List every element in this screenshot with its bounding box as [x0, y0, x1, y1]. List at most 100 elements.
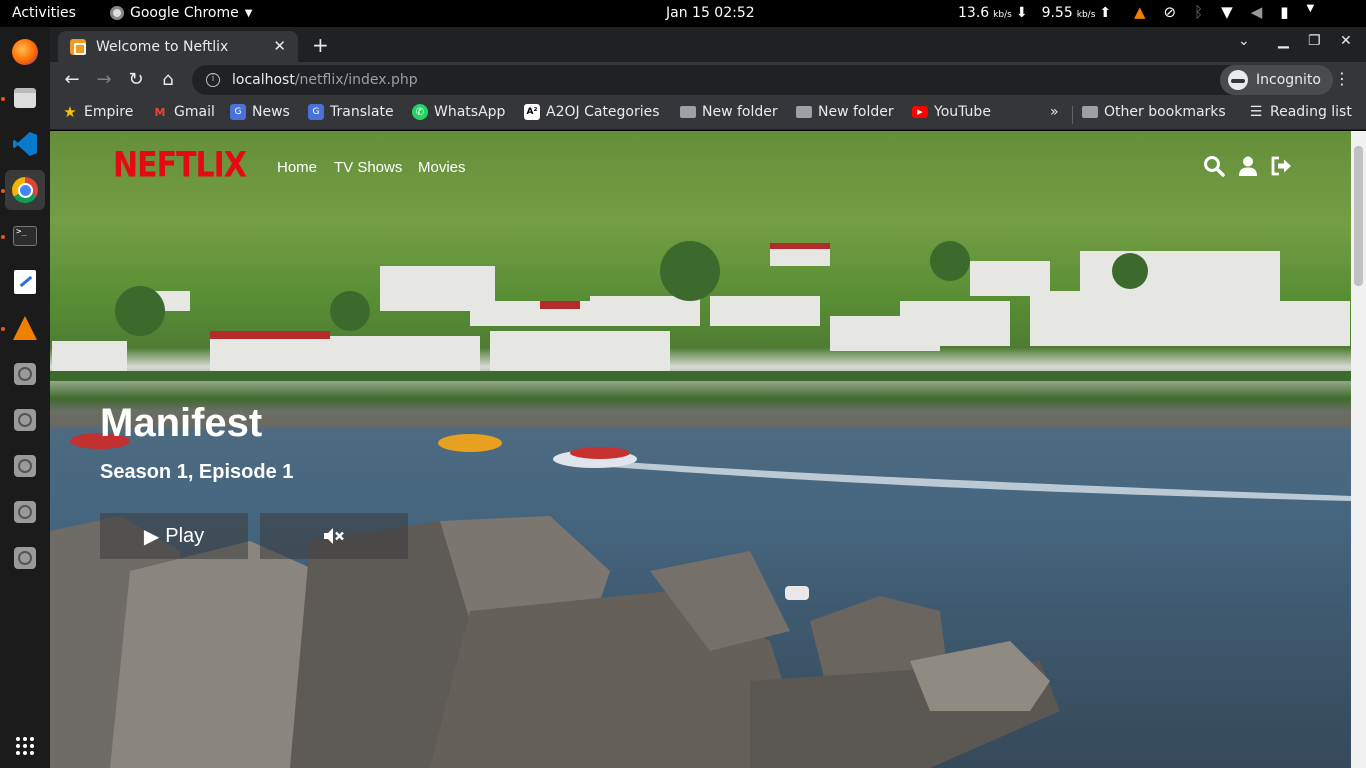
gmail-icon: M: [154, 105, 166, 119]
terminal-icon: >_: [13, 226, 37, 246]
play-button[interactable]: ▶ Play: [100, 513, 248, 559]
home-button[interactable]: ⌂: [156, 69, 180, 90]
app-menu-label: Google Chrome: [130, 5, 239, 21]
bookmark-label: News: [252, 104, 290, 120]
play-label: Play: [165, 524, 205, 547]
bookmark-label: A2OJ Categories: [546, 104, 660, 120]
disk-icon: [14, 501, 36, 523]
bookmark-label: Translate: [330, 104, 394, 120]
incognito-icon: [1228, 70, 1248, 90]
dock-chrome[interactable]: [5, 170, 45, 210]
search-icon[interactable]: [1203, 155, 1225, 177]
tab-search-icon[interactable]: ⌄: [1238, 33, 1250, 49]
dock-disk[interactable]: [5, 446, 45, 486]
disk-icon: [14, 547, 36, 569]
whatsapp-icon: ✆: [412, 104, 428, 120]
disk-icon: [14, 409, 36, 431]
bookmark-youtube[interactable]: ▶ YouTube: [912, 104, 991, 120]
bluetooth-icon[interactable]: ᛒ: [1194, 3, 1203, 21]
blocked-icon[interactable]: ⊘: [1164, 3, 1177, 21]
download-arrow-icon: ⬇: [1015, 5, 1028, 21]
bookmark-a2oj[interactable]: A² A2OJ Categories: [524, 104, 660, 120]
download-speed: 13.6: [958, 5, 990, 21]
folder-icon: [680, 106, 696, 118]
dock-disk[interactable]: [5, 538, 45, 578]
a2oj-icon: A²: [524, 104, 540, 120]
wifi-icon[interactable]: ▼: [1221, 3, 1233, 21]
star-icon: ★: [63, 103, 77, 121]
tab-title: Welcome to Neftlix: [96, 38, 229, 55]
folder-icon: [796, 106, 812, 118]
hero-title: Manifest: [100, 401, 263, 445]
clock[interactable]: Jan 15 02:52: [666, 5, 755, 21]
bookmarks-bar: ★ Empire M Gmail G News G Translate ✆ Wh…: [50, 98, 1366, 130]
text-editor-icon: [14, 270, 36, 294]
vscode-icon: [13, 132, 37, 156]
bookmark-folder[interactable]: New folder: [680, 104, 778, 120]
bookmark-label: WhatsApp: [434, 104, 506, 120]
url-path: /netflix/index.php: [294, 72, 418, 88]
volume-muted-icon[interactable]: ◀: [1251, 3, 1263, 21]
bookmark-empire[interactable]: ★ Empire: [62, 103, 133, 121]
tab-close-icon[interactable]: ✕: [273, 37, 286, 55]
vlc-tray-icon[interactable]: ▲: [1134, 3, 1146, 21]
dock-terminal[interactable]: >_: [5, 216, 45, 256]
mute-button[interactable]: [260, 513, 408, 559]
upload-speed: 9.55: [1041, 5, 1073, 21]
tab-active[interactable]: Welcome to Neftlix ✕: [58, 31, 298, 62]
reading-list-label: Reading list: [1270, 104, 1352, 120]
more-menu-icon[interactable]: ⋮: [1334, 69, 1350, 88]
other-bookmarks[interactable]: Other bookmarks: [1082, 104, 1226, 120]
site-info-icon[interactable]: i: [206, 73, 220, 87]
scrollbar-thumb[interactable]: [1354, 146, 1363, 286]
address-bar[interactable]: i localhost /netflix/index.php ☆: [192, 65, 1260, 95]
new-tab-button[interactable]: +: [312, 33, 329, 57]
app-menu[interactable]: Google Chrome ▼: [110, 5, 252, 21]
bookmark-gmail[interactable]: M Gmail: [152, 104, 215, 120]
dock-disk[interactable]: [5, 354, 45, 394]
upload-unit: kb/s: [1076, 10, 1096, 20]
network-speed: 13.6 kb/s ⬇ 9.55 kb/s ⬆: [958, 5, 1111, 21]
upload-arrow-icon: ⬆: [1099, 5, 1112, 21]
dock-vscode[interactable]: [5, 124, 45, 164]
chrome-icon: [12, 177, 38, 203]
bookmark-folder[interactable]: New folder: [796, 104, 894, 120]
bookmark-translate[interactable]: G Translate: [308, 104, 394, 120]
nav-movies[interactable]: Movies: [418, 159, 466, 176]
nav-tv-shows[interactable]: TV Shows: [334, 159, 402, 176]
reading-list-icon: ☰: [1249, 104, 1263, 120]
dock-files[interactable]: [5, 78, 45, 118]
back-button[interactable]: ←: [60, 69, 84, 90]
incognito-button[interactable]: Incognito: [1220, 65, 1333, 95]
dock-vlc[interactable]: [5, 308, 45, 348]
activities-button[interactable]: Activities: [12, 5, 76, 21]
user-icon[interactable]: [1237, 155, 1259, 177]
reload-button[interactable]: ↻: [124, 69, 148, 90]
bookmark-label: Gmail: [174, 104, 215, 120]
dock-disk[interactable]: [5, 400, 45, 440]
app-grid-icon[interactable]: [16, 737, 34, 755]
tab-strip: Welcome to Neftlix ✕ + ⌄ ▁ ❐ ✕: [50, 27, 1366, 62]
other-bookmarks-label: Other bookmarks: [1104, 104, 1226, 120]
folder-icon: [1082, 106, 1098, 118]
minimize-button[interactable]: ▁: [1278, 33, 1289, 49]
bookmark-label: YouTube: [934, 104, 991, 120]
site-logo[interactable]: NEFTLIX: [113, 145, 247, 185]
forward-button[interactable]: →: [92, 69, 116, 90]
dock-text-editor[interactable]: [5, 262, 45, 302]
nav-home[interactable]: Home: [277, 159, 317, 176]
favicon-icon: [70, 38, 86, 55]
system-tray[interactable]: ▲ ⊘ ᛒ ▼ ◀ ▮ ▼: [1134, 3, 1314, 21]
bookmark-news[interactable]: G News: [230, 104, 290, 120]
reading-list[interactable]: ☰ Reading list: [1248, 104, 1352, 120]
bookmarks-overflow-button[interactable]: »: [1050, 104, 1059, 120]
maximize-button[interactable]: ❐: [1308, 33, 1321, 49]
close-window-button[interactable]: ✕: [1340, 33, 1352, 49]
dock-disk[interactable]: [5, 492, 45, 532]
dock-firefox[interactable]: [5, 32, 45, 72]
power-menu-icon[interactable]: ▼: [1307, 3, 1315, 21]
bookmark-whatsapp[interactable]: ✆ WhatsApp: [412, 104, 505, 120]
files-icon: [14, 88, 36, 108]
logout-icon[interactable]: [1270, 155, 1292, 177]
battery-icon[interactable]: ▮: [1280, 3, 1288, 21]
